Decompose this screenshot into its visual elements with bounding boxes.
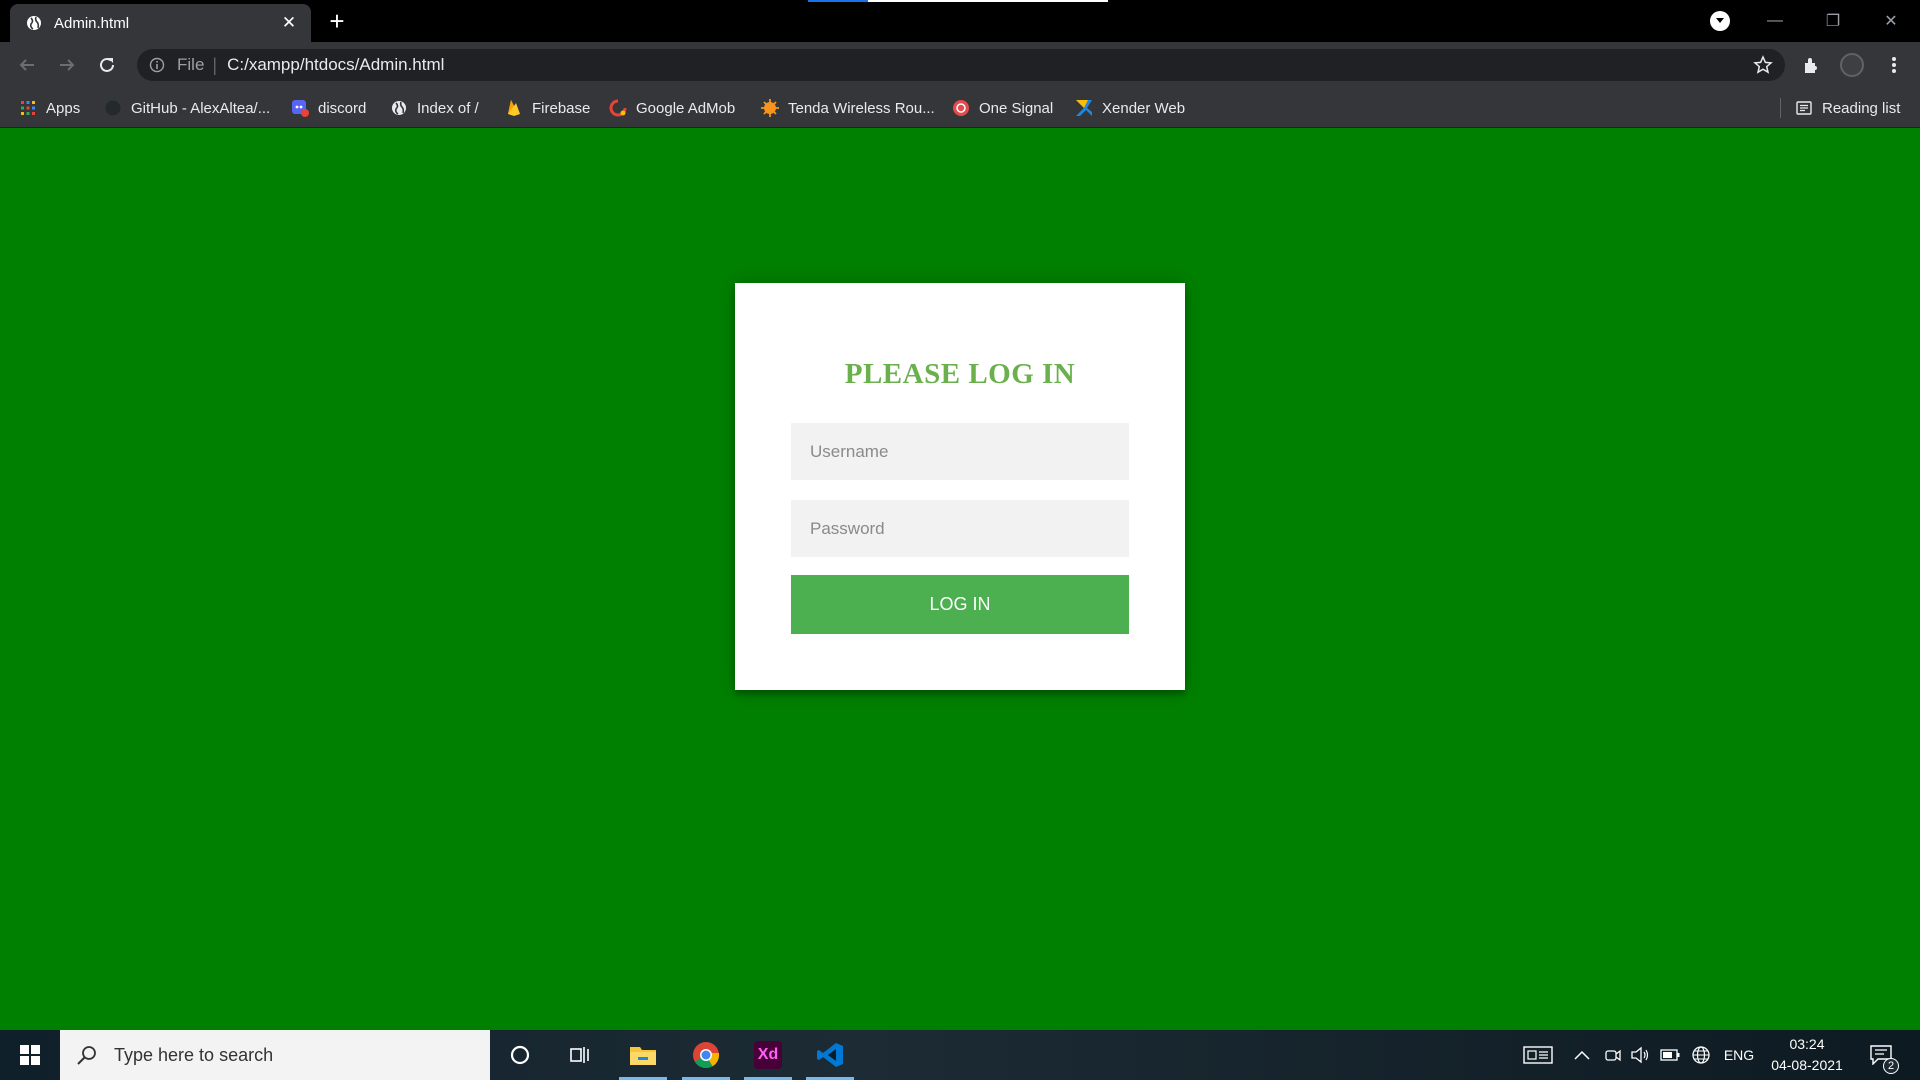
bookmark-label: Xender Web (1102, 99, 1186, 117)
reading-list-label: Reading list (1822, 99, 1901, 117)
login-title: PLEASE LOG IN (844, 358, 1076, 390)
bookmark-tenda[interactable]: Tenda Wireless Rou... (761, 97, 935, 119)
menu-kebab-icon[interactable] (1882, 53, 1906, 77)
bookmark-github[interactable]: GitHub - AlexAltea/... (104, 97, 270, 119)
tab-title: Admin.html (54, 14, 130, 32)
bookmark-apps[interactable]: Apps (19, 97, 80, 119)
clock-time: 03:24 (1789, 1036, 1825, 1052)
reading-list-button[interactable]: Reading list (1795, 97, 1900, 119)
globe-icon (25, 14, 43, 32)
close-window-button[interactable]: ✕ (1862, 0, 1920, 42)
reload-button[interactable] (92, 50, 122, 80)
browser-toolbar: File | C:/xampp/htdocs/Admin.html (0, 42, 1920, 88)
cortana-icon[interactable] (492, 1030, 548, 1080)
back-arrow-icon (19, 59, 34, 71)
username-field[interactable] (791, 423, 1129, 480)
network-globe-icon[interactable] (1689, 1030, 1713, 1080)
browser-titlebar: Admin.html ✕ + — ❐ ✕ (0, 0, 1920, 42)
bookmark-google-admob[interactable]: Google AdMob (609, 97, 735, 119)
start-button[interactable] (0, 1030, 60, 1080)
back-button[interactable] (12, 50, 42, 80)
xender-icon (1075, 99, 1093, 117)
bookmark-label: Tenda Wireless Rou... (788, 99, 935, 117)
volume-icon[interactable] (1628, 1030, 1652, 1080)
bookmark-xender-web[interactable]: Xender Web (1075, 97, 1185, 119)
tenda-icon (761, 99, 779, 117)
password-field[interactable] (791, 500, 1129, 557)
task-view-icon[interactable] (552, 1030, 608, 1080)
meet-now-icon[interactable] (1601, 1030, 1625, 1080)
url-text[interactable]: C:/xampp/htdocs/Admin.html (227, 55, 1753, 75)
github-icon (104, 99, 122, 117)
keyboard-icon[interactable] (1518, 1030, 1558, 1080)
taskbar-search[interactable]: Type here to search (60, 1030, 490, 1080)
discord-icon (291, 99, 309, 117)
file-explorer-icon[interactable] (615, 1030, 671, 1080)
windows-taskbar: Type here to search Xd ENG 03:24 04-08-2… (0, 1030, 1920, 1080)
search-icon (77, 1046, 96, 1065)
clock-date: 04-08-2021 (1771, 1057, 1843, 1073)
adobe-xd-label: Xd (754, 1041, 782, 1069)
search-placeholder: Type here to search (114, 1044, 274, 1065)
bookmark-one-signal[interactable]: One Signal (952, 97, 1053, 119)
loading-indicator (808, 0, 1108, 2)
notification-count-badge: 2 (1883, 1058, 1899, 1074)
bookmark-label: One Signal (979, 99, 1054, 117)
globe-icon (390, 99, 408, 117)
bookmark-label: Index of / (417, 99, 479, 117)
bookmark-label: Firebase (532, 99, 591, 117)
bookmarks-bar: Apps GitHub - AlexAltea/... discord Inde… (0, 88, 1920, 128)
forward-button[interactable] (52, 50, 82, 80)
info-icon[interactable] (149, 57, 165, 73)
tab-admin[interactable]: Admin.html ✕ (10, 4, 311, 42)
bookmarks-divider (1780, 98, 1781, 118)
profile-avatar[interactable] (1840, 53, 1864, 77)
windows-logo-icon (20, 1045, 40, 1065)
bookmark-star-icon[interactable] (1753, 55, 1773, 75)
tab-close-icon[interactable]: ✕ (279, 13, 299, 33)
firebase-icon (505, 99, 523, 117)
battery-icon[interactable] (1658, 1030, 1682, 1080)
adobe-xd-icon[interactable]: Xd (740, 1030, 796, 1080)
login-button[interactable]: LOG IN (791, 575, 1129, 634)
url-scheme: File (177, 55, 205, 74)
chrome-icon[interactable] (678, 1030, 734, 1080)
minimize-button[interactable]: — (1746, 0, 1804, 42)
vscode-icon[interactable] (802, 1030, 858, 1080)
tab-search-icon[interactable] (1710, 11, 1730, 31)
bookmark-label: GitHub - AlexAltea/... (131, 99, 271, 117)
bookmark-label: discord (318, 99, 367, 117)
chevron-up-icon[interactable] (1570, 1030, 1594, 1080)
address-bar[interactable]: File | C:/xampp/htdocs/Admin.html (137, 49, 1785, 81)
login-card: PLEASE LOG IN LOG IN (735, 283, 1185, 690)
reload-icon (100, 57, 114, 72)
admob-icon (609, 99, 627, 117)
bookmark-index-of[interactable]: Index of / (390, 97, 479, 119)
reading-list-icon (1795, 99, 1813, 117)
onesignal-icon (952, 99, 970, 117)
extensions-icon[interactable] (1800, 53, 1824, 77)
restore-button[interactable]: ❐ (1804, 0, 1862, 42)
url-separator: | (212, 54, 218, 75)
bookmark-firebase[interactable]: Firebase (505, 97, 590, 119)
bookmark-discord[interactable]: discord (291, 97, 366, 119)
forward-arrow-icon (60, 59, 75, 71)
new-tab-button[interactable]: + (322, 8, 352, 36)
language-indicator[interactable]: ENG (1718, 1030, 1760, 1080)
bookmark-label: Apps (46, 99, 81, 117)
apps-grid-icon (19, 99, 37, 117)
bookmark-label: Google AdMob (636, 99, 736, 117)
system-clock[interactable]: 03:24 04-08-2021 (1762, 1034, 1852, 1076)
